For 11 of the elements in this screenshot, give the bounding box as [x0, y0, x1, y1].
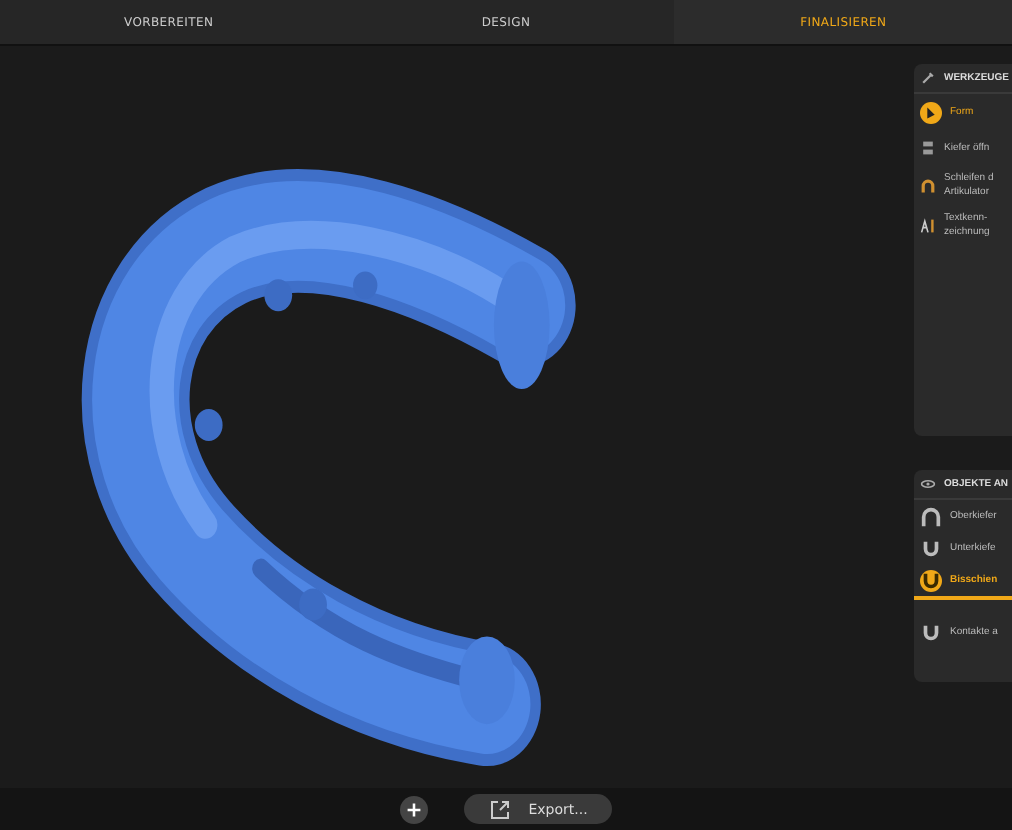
arch-icon [920, 178, 936, 194]
eye-icon [920, 476, 936, 492]
cup-icon [920, 537, 942, 559]
move-button[interactable] [400, 795, 429, 823]
wrench-icon [920, 70, 936, 86]
cup-icon [920, 621, 942, 643]
cup-icon [920, 569, 942, 591]
arch-icon [920, 505, 942, 527]
text-icon [920, 218, 936, 234]
jaw-icon [920, 140, 936, 156]
export-icon [488, 797, 513, 821]
